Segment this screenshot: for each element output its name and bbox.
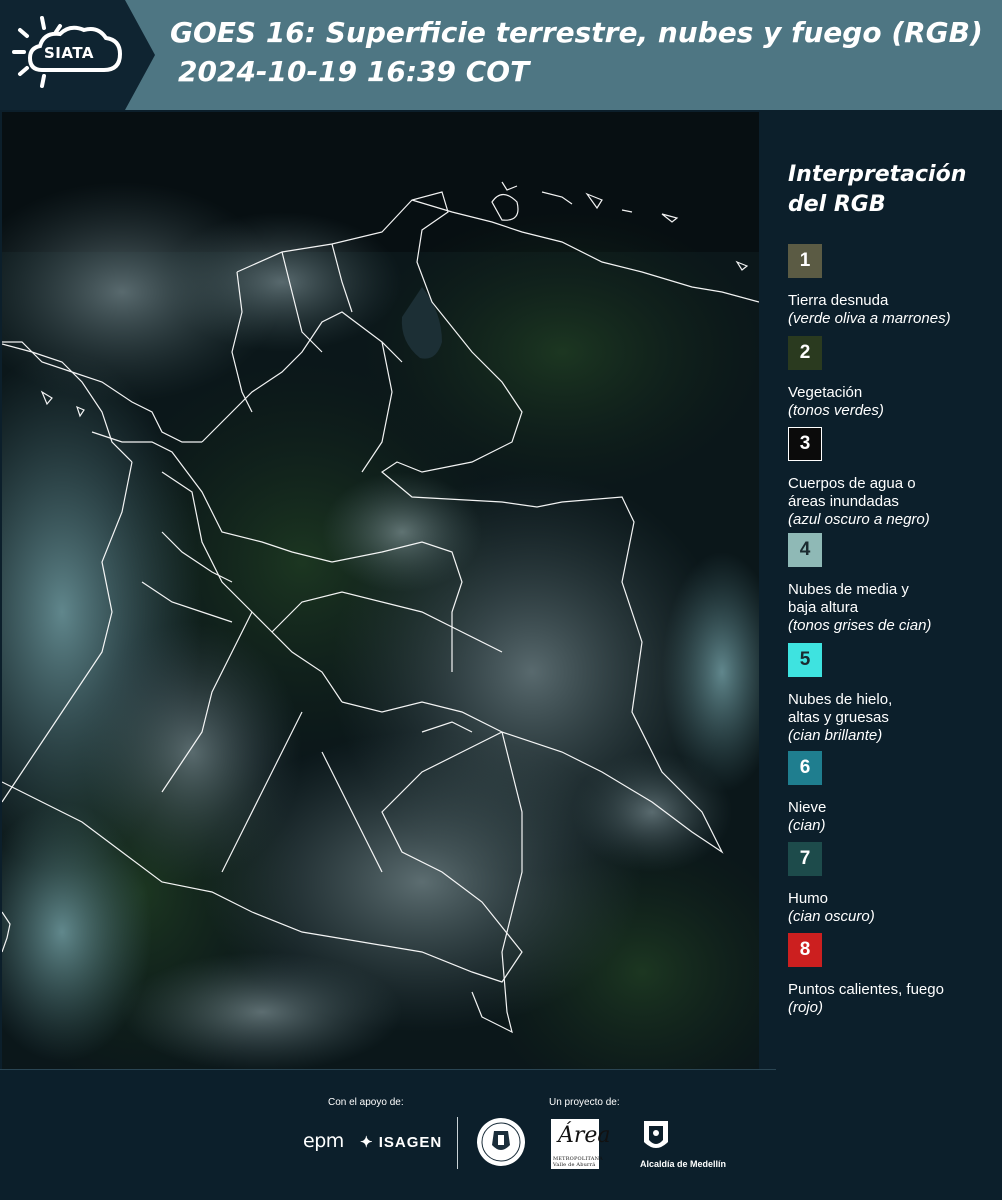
legend-swatch: 8: [788, 933, 822, 967]
isagen-logo[interactable]: ✦ ISAGEN: [360, 1133, 442, 1151]
legend-title-line2: del RGB: [788, 192, 886, 217]
legend-note: (cian brillante): [788, 727, 883, 744]
legend-label: Nieve: [788, 799, 827, 816]
legend-label: Nubes de hielo, altas y gruesas: [788, 691, 893, 726]
project-label: Un proyecto de:: [549, 1097, 620, 1108]
legend-swatch: 5: [788, 643, 822, 677]
legend-swatch: 4: [788, 533, 822, 567]
legend-item: 3 Cuerpos de agua o áreas inundadas (azul …: [788, 427, 998, 529]
legend-note: (azul oscuro a negro): [788, 511, 930, 528]
rgb-legend: Interpretación del RGB: [776, 160, 996, 242]
legend-label: Humo: [788, 890, 829, 907]
legend-title: Interpretación del RGB: [776, 160, 996, 220]
legend-note: (cian oscuro): [788, 908, 875, 925]
legend-label: Vegetación: [788, 384, 863, 401]
legend-swatch: 2: [788, 336, 822, 370]
siata-logo[interactable]: SIATA: [0, 0, 155, 110]
legend-swatch: 7: [788, 842, 822, 876]
legend-note: (rojo): [788, 999, 824, 1016]
legend-label: Nubes de media y baja altura: [788, 581, 909, 616]
legend-label: Puntos calientes, fuego: [788, 981, 944, 998]
legend-label: Tierra desnuda: [788, 292, 889, 309]
legend-item: 2 Vegetación (tonos verdes): [788, 336, 998, 420]
footer-divider: [0, 1069, 776, 1070]
medellin-shield-icon[interactable]: [641, 1118, 671, 1156]
legend-swatch: 6: [788, 751, 822, 785]
legend-label: Cuerpos de agua o áreas inundadas: [788, 475, 916, 510]
legend-note: (cian): [788, 817, 826, 834]
legend-note: (tonos verdes): [788, 402, 884, 419]
legend-title-line1: Interpretación: [788, 162, 967, 187]
area-logo-text: Área: [558, 1123, 611, 1148]
satellite-map[interactable]: [2, 112, 759, 1070]
legend-item: 8 Puntos calientes, fuego (rojo): [788, 933, 998, 1017]
legend-note: (verde oliva a marrones): [788, 310, 951, 327]
isagen-text: ISAGEN: [378, 1134, 443, 1151]
legend-item: 1 Tierra desnuda (verde oliva a marrones): [788, 244, 998, 328]
header-bar: SIATA GOES 16: Superficie terrestre, nub…: [0, 0, 1002, 110]
seal-logo[interactable]: [476, 1117, 526, 1167]
area-metropolitana-logo[interactable]: Área METROPOLITANA Valle de Aburrá: [551, 1119, 611, 1169]
satellite-image: [2, 112, 759, 1070]
alcaldia-text: Alcaldía de Medellín: [640, 1159, 727, 1169]
epm-logo[interactable]: epm: [303, 1130, 344, 1152]
logo-divider: [457, 1117, 458, 1169]
legend-swatch: 1: [788, 244, 822, 278]
isagen-star-icon: ✦: [360, 1134, 374, 1151]
legend-item: 4 Nubes de media y baja altura (tonos gris…: [788, 533, 998, 635]
area-logo-subtext: METROPOLITANA Valle de Aburrá: [553, 1156, 603, 1168]
page-timestamp: 2024-10-19 16:39 COT: [178, 55, 530, 88]
logo-text: SIATA: [44, 44, 95, 62]
legend-swatch: 3: [788, 427, 822, 461]
page-title: GOES 16: Superficie terrestre, nubes y f…: [170, 16, 983, 49]
legend-note: (tonos grises de cian): [788, 617, 932, 634]
legend-item: 5 Nubes de hielo, altas y gruesas (cian br…: [788, 643, 998, 745]
legend-item: 6 Nieve (cian): [788, 751, 998, 835]
support-label: Con el apoyo de:: [328, 1097, 404, 1108]
legend-item: 7 Humo (cian oscuro): [788, 842, 998, 926]
